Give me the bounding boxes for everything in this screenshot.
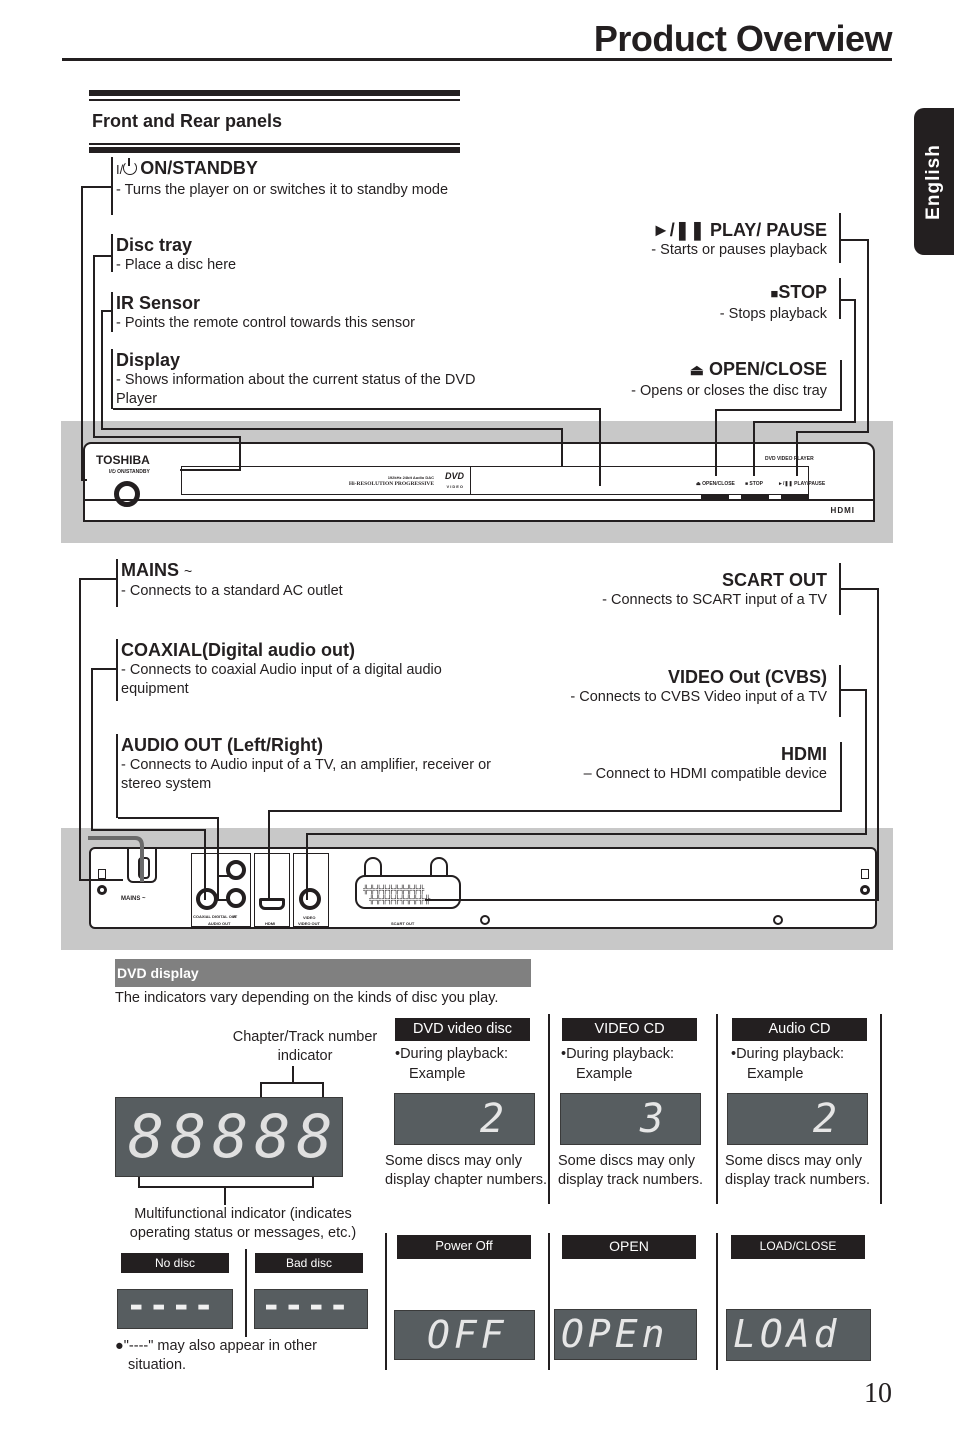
no-disc-label: No disc [121,1253,229,1273]
open-label: OPEN [562,1235,696,1259]
column-divider [716,1233,718,1370]
open-lcd: OPEn [554,1309,697,1360]
page-number: 10 [864,1378,892,1409]
multifunctional-label: Multifunctional indicator (indicates ope… [129,1206,357,1241]
no-disc-lcd: ---- [117,1286,233,1329]
column-divider [385,1233,387,1370]
power-off-lcd: OFF [394,1310,535,1360]
column-divider [548,1233,550,1370]
load-close-label: LOAD/CLOSE [731,1235,865,1259]
lcd-example: 3 [560,1093,701,1145]
column-divider [245,1249,247,1337]
error-note: ●"----" may also appear in other situati… [115,1338,317,1373]
power-off-label: Power Off [397,1235,531,1259]
main-lcd-display: 88888 [115,1097,343,1177]
lcd-example: 2 [394,1093,535,1145]
load-lcd: LOAd [726,1309,871,1361]
lcd-example: 2 [727,1093,868,1145]
bad-disc-label: Bad disc [255,1253,363,1273]
bad-disc-lcd: ---- [254,1286,368,1329]
